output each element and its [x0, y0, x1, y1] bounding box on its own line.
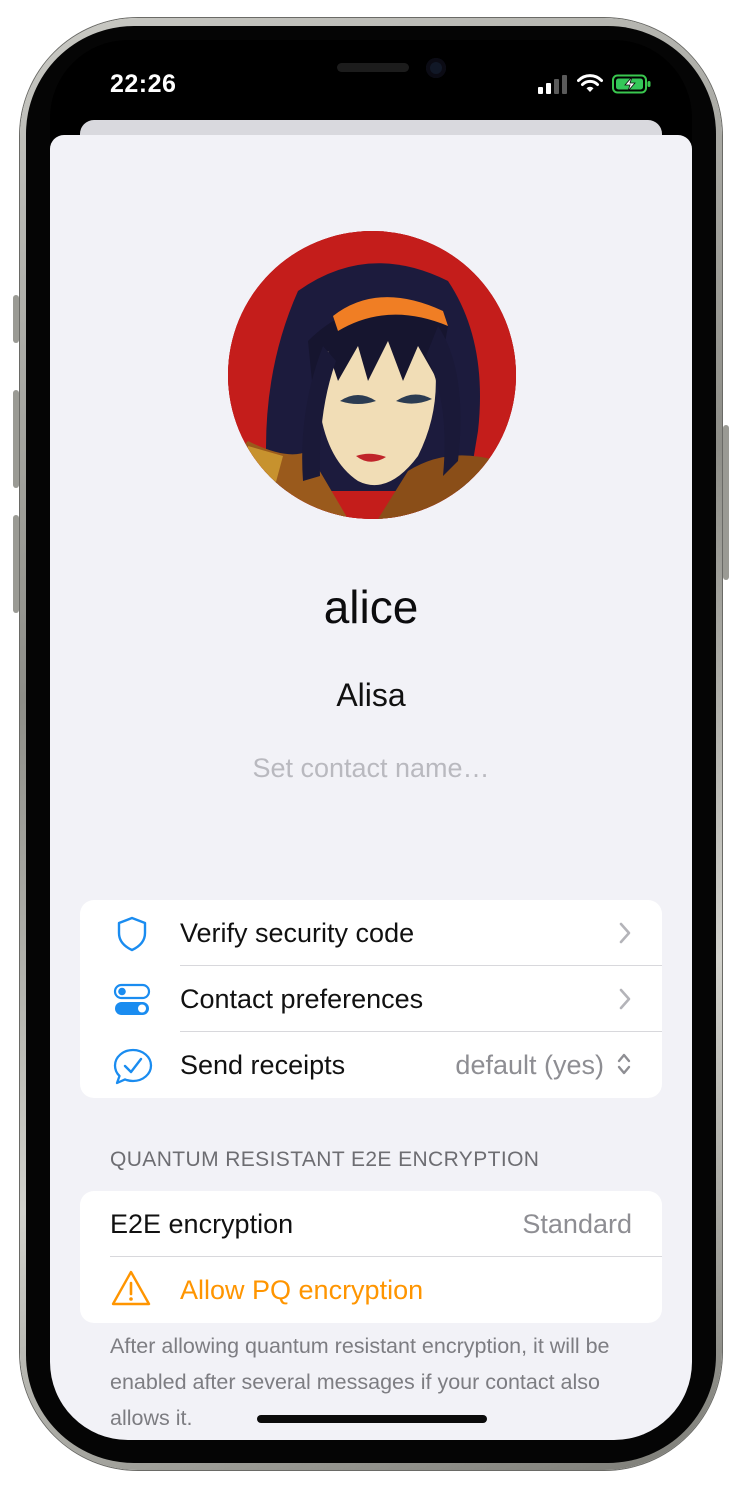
verify-security-code-label: Verify security code	[180, 917, 415, 948]
battery-charging-icon	[612, 74, 651, 94]
chevron-up-down-icon	[616, 1051, 632, 1082]
e2e-encryption-row: E2E encryption Standard	[80, 1191, 662, 1257]
encryption-list: E2E encryption Standard Allow PQ encrypt…	[80, 1191, 662, 1323]
front-camera	[426, 58, 446, 78]
cellular-signal-icon	[538, 75, 567, 94]
e2e-encryption-value: Standard	[522, 1208, 632, 1239]
contact-preferences-label: Contact preferences	[180, 983, 424, 1014]
allow-pq-encryption-button[interactable]: Allow PQ encryption	[180, 1275, 423, 1306]
verify-security-code-row[interactable]: Verify security code	[80, 900, 662, 966]
contact-preferences-row[interactable]: Contact preferences	[80, 966, 662, 1032]
send-receipts-row[interactable]: Send receipts default (yes)	[80, 1032, 662, 1098]
status-time: 22:26	[110, 70, 177, 98]
contact-display-name: alice	[323, 581, 419, 633]
mute-switch	[13, 295, 19, 343]
contact-full-name: Alisa	[336, 677, 406, 713]
power-button	[723, 425, 729, 580]
send-receipts-label: Send receipts	[180, 1049, 346, 1080]
earpiece-speaker	[337, 63, 409, 72]
warning-triangle-icon	[110, 1269, 152, 1312]
screen: 22:26 alice Alisa Set contact name… Veri…	[50, 40, 692, 1440]
avatar-image	[228, 231, 516, 519]
shield-icon	[112, 915, 152, 953]
allow-pq-encryption-row[interactable]: Allow PQ encryption	[80, 1257, 662, 1323]
e2e-encryption-label: E2E encryption	[110, 1208, 294, 1239]
chat-check-icon	[112, 1047, 153, 1085]
status-icons	[538, 74, 652, 94]
send-receipts-value[interactable]: default (yes)	[455, 1050, 604, 1081]
home-indicator[interactable]	[257, 1415, 487, 1423]
contact-info-sheet: alice Alisa Verify security code	[50, 135, 692, 1440]
volume-up-button	[13, 390, 19, 488]
volume-down-button	[13, 515, 19, 613]
toggles-icon	[112, 981, 152, 1019]
contact-avatar[interactable]	[228, 231, 516, 519]
contact-name-field[interactable]	[146, 753, 596, 784]
contact-actions-list: Verify security code Contact preferences	[80, 900, 662, 1098]
encryption-section-header: QUANTUM RESISTANT E2E ENCRYPTION	[110, 1148, 540, 1171]
chevron-right-icon	[618, 921, 632, 950]
chevron-right-icon	[618, 987, 632, 1016]
wifi-icon	[577, 74, 603, 92]
